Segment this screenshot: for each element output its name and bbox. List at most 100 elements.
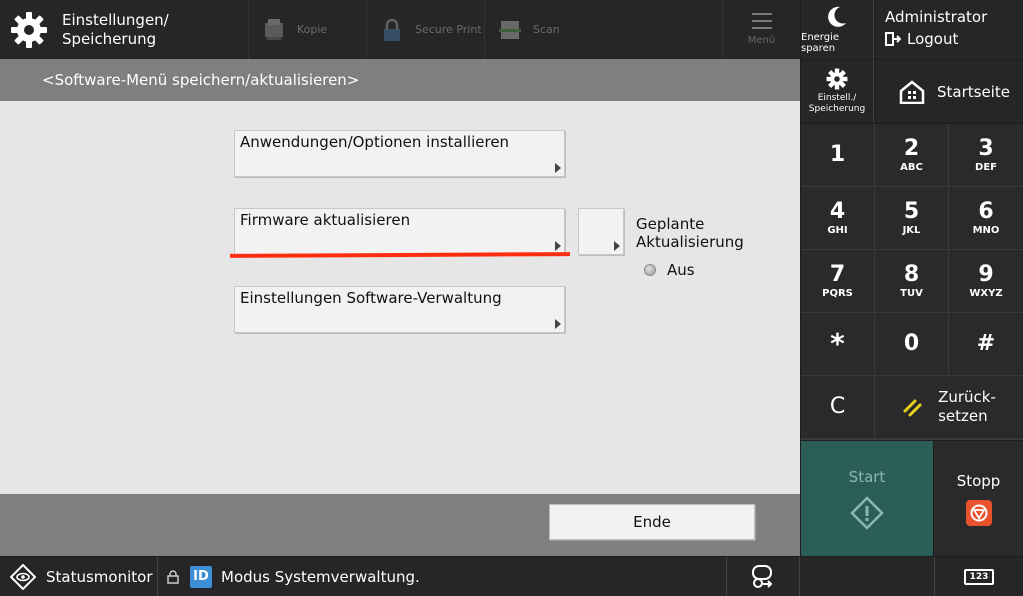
gear-icon — [826, 68, 848, 90]
key-3[interactable]: 3 DEF — [949, 124, 1023, 186]
key-digit: 6 — [978, 199, 994, 224]
key-letters: ABC — [900, 162, 923, 173]
key-hash[interactable]: # — [949, 313, 1023, 375]
scheduled-update-status: Aus — [644, 261, 695, 279]
key-digit: 4 — [829, 199, 846, 224]
key-digit: 2 — [903, 136, 920, 161]
menu-icon — [751, 13, 772, 29]
tab-kopie-label: Kopie — [297, 23, 328, 36]
tab-secure-print[interactable]: Secure Print — [366, 0, 484, 59]
install-applications-options-button[interactable]: Anwendungen/Optionen installieren — [234, 130, 565, 177]
stop-icon — [965, 499, 992, 526]
network-icon — [752, 564, 773, 588]
settings-registration-button[interactable]: Einstell./ Speicherung — [801, 60, 874, 123]
tab-kopie[interactable]: Kopie — [248, 0, 366, 59]
key-6[interactable]: 6 MNO — [949, 187, 1023, 249]
key-4[interactable]: 4 GHI — [801, 187, 874, 249]
key-letters: DEF — [975, 162, 997, 173]
home-label: Startseite — [937, 82, 1010, 101]
arrow-right-icon — [555, 319, 561, 329]
keypad-toggle-button[interactable]: 123 — [934, 557, 1023, 596]
key-2[interactable]: 2 ABC — [875, 124, 948, 186]
logout-button[interactable]: Logout — [885, 30, 1023, 48]
key-digit: 0 — [903, 331, 920, 356]
screen: Einstellungen/ Speicherung Kopie Secure … — [0, 0, 1023, 596]
energy-saver-label: Energie sparen — [801, 31, 840, 54]
key-letters: PQRS — [822, 288, 853, 299]
lock-icon — [167, 569, 179, 584]
network-status-button[interactable] — [726, 557, 800, 596]
status-monitor-label: Statusmonitor — [46, 567, 153, 586]
home-button[interactable]: Startseite — [875, 60, 1023, 123]
top-bar: Einstellungen/ Speicherung Kopie Secure … — [0, 0, 800, 59]
reset-label: Zurück- setzen — [938, 388, 996, 425]
scan-icon — [499, 20, 521, 39]
key-5[interactable]: 5 JKL — [875, 187, 948, 249]
key-digit: 1 — [829, 142, 846, 167]
key-asterisk[interactable]: * — [801, 313, 874, 375]
arrow-right-icon — [614, 241, 620, 251]
scheduled-update-button[interactable] — [578, 208, 624, 255]
start-button[interactable]: Start — [801, 441, 933, 556]
key-9[interactable]: 9 WXYZ — [949, 250, 1023, 312]
key-digit: 8 — [903, 262, 920, 287]
status-message: ID Modus Systemverwaltung. — [166, 557, 420, 596]
end-button[interactable]: Ende — [549, 504, 755, 540]
start-label: Start — [848, 467, 886, 486]
key-letters: JKL — [902, 225, 921, 236]
moon-icon — [828, 6, 846, 27]
scheduled-update-label: Geplante Aktualisierung — [636, 215, 744, 251]
tab-scan[interactable]: Scan — [484, 0, 602, 59]
arrow-right-icon — [555, 163, 561, 173]
logout-icon — [885, 32, 901, 46]
user-area: Administrator Logout — [875, 0, 1023, 59]
key-letters: GHI — [827, 225, 848, 236]
menu-item-label: Einstellungen Software-Verwaltung — [240, 289, 502, 307]
status-monitor-button[interactable]: Statusmonitor — [0, 557, 158, 596]
key-digit: 9 — [978, 262, 994, 287]
menu-button[interactable]: Menü — [722, 0, 800, 59]
keypad-icon: 123 — [963, 568, 995, 585]
key-letters: TUV — [900, 288, 923, 299]
key-0[interactable]: 0 — [875, 313, 948, 375]
numeric-keypad: 1 2 ABC 3 DEF 4 GHI 5 JKL 6 MNO 7 PQRS 8 TUV 9W… — [801, 124, 1023, 440]
main-content: Anwendungen/Optionen installieren Firmwa… — [0, 101, 800, 494]
key-letters: WXYZ — [969, 288, 1003, 299]
update-firmware-button[interactable]: Firmware aktualisieren — [234, 208, 565, 255]
software-management-settings-button[interactable]: Einstellungen Software-Verwaltung — [234, 286, 565, 333]
footer-bar: Ende — [0, 494, 800, 556]
status-indicator-icon — [644, 264, 656, 276]
menu-item-label: Firmware aktualisieren — [240, 211, 411, 229]
clear-button[interactable]: C — [801, 376, 874, 438]
logout-label: Logout — [907, 30, 959, 48]
status-bar: Statusmonitor ID Modus Systemverwaltung.… — [0, 557, 1023, 596]
key-digit: 5 — [903, 199, 920, 224]
key-8[interactable]: 8 TUV — [875, 250, 948, 312]
menu-item-label: Anwendungen/Optionen installieren — [240, 133, 510, 151]
copy-icon — [265, 18, 283, 40]
key-1[interactable]: 1 — [801, 124, 874, 186]
reset-button[interactable]: Zurück- setzen — [875, 376, 1023, 438]
key-digit: * — [830, 327, 845, 360]
stop-button[interactable]: Stopp — [934, 441, 1023, 556]
start-icon — [850, 495, 884, 530]
key-letters: MNO — [972, 225, 1000, 236]
scheduled-update-status-text: Aus — [667, 261, 695, 279]
breadcrumb: <Software-Menü speichern/aktualisieren> — [0, 59, 800, 101]
status-message-text: Modus Systemverwaltung. — [221, 567, 420, 586]
stop-label: Stopp — [956, 471, 1001, 490]
settings-registration-label: Einstell./ Speicherung — [808, 93, 866, 114]
key-digit: 3 — [978, 136, 994, 161]
key-digit: # — [976, 331, 996, 356]
tab-secure-print-label: Secure Print — [415, 23, 482, 36]
energy-saver-button[interactable]: Energie sparen — [801, 0, 874, 59]
status-monitor-icon — [10, 563, 36, 590]
id-icon: ID — [190, 565, 212, 588]
user-name: Administrator — [885, 8, 988, 26]
current-function[interactable]: Einstellungen/ Speicherung — [0, 0, 240, 59]
tab-scan-label: Scan — [533, 23, 560, 36]
arrow-right-icon — [555, 241, 561, 251]
highlight-underline — [229, 252, 571, 258]
lock-icon — [384, 18, 400, 41]
key-7[interactable]: 7 PQRS — [801, 250, 874, 312]
